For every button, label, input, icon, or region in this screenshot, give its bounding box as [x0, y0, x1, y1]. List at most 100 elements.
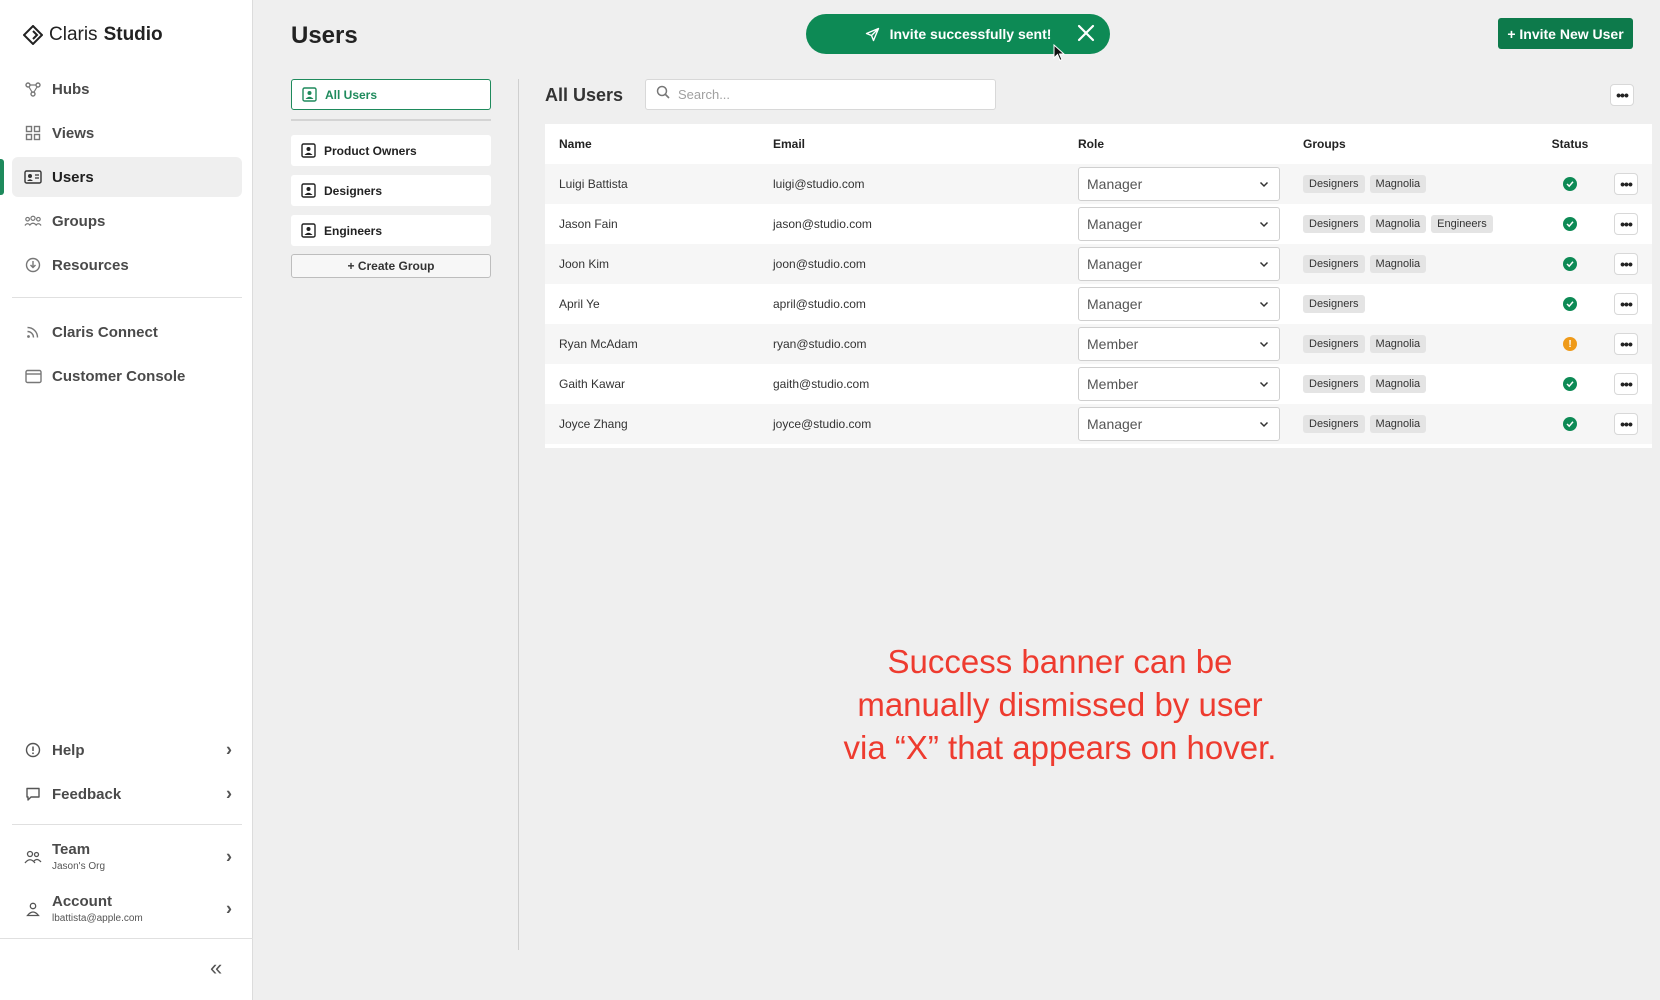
- role-select[interactable]: Manager: [1078, 287, 1280, 321]
- create-group-button[interactable]: + Create Group: [291, 254, 491, 278]
- team-label: Team: [52, 841, 91, 858]
- group-item-designers[interactable]: Designers: [291, 175, 491, 206]
- sidebar-item-users[interactable]: Users: [0, 157, 242, 197]
- sidebar-item-label: Groups: [52, 212, 106, 230]
- more-options-icon[interactable]: •••: [1614, 213, 1638, 235]
- more-options-icon[interactable]: •••: [1614, 253, 1638, 275]
- search-input[interactable]: [678, 87, 978, 102]
- status-cell: !: [1540, 337, 1600, 351]
- role-select[interactable]: Manager: [1078, 407, 1280, 441]
- groups-cell: Designers: [1303, 295, 1540, 313]
- group-item-engineers[interactable]: Engineers: [291, 215, 491, 246]
- sidebar-item-groups[interactable]: Groups: [12, 201, 242, 241]
- column-header-name[interactable]: Name: [545, 137, 773, 151]
- role-value: Member: [1087, 376, 1139, 392]
- sidebar-item-views[interactable]: Views: [12, 113, 242, 153]
- group-tag[interactable]: Designers: [1303, 415, 1365, 433]
- user-name: April Ye: [559, 297, 600, 311]
- group-tag[interactable]: Magnolia: [1369, 215, 1427, 233]
- column-header-role[interactable]: Role: [1078, 137, 1303, 151]
- group-tag[interactable]: Magnolia: [1369, 335, 1427, 353]
- table-header-row: Name Email Role Groups Status: [545, 124, 1652, 164]
- design-annotation: Success banner can be manually dismissed…: [790, 640, 1330, 769]
- group-tag[interactable]: Engineers: [1431, 215, 1493, 233]
- invite-new-user-button[interactable]: + Invite New User: [1498, 18, 1633, 49]
- column-header-status[interactable]: Status: [1540, 137, 1600, 151]
- group-tag[interactable]: Designers: [1303, 255, 1365, 273]
- group-tag[interactable]: Magnolia: [1369, 375, 1427, 393]
- group-tag[interactable]: Designers: [1303, 375, 1365, 393]
- role-value: Manager: [1087, 256, 1143, 272]
- chevron-down-icon: [1259, 217, 1269, 231]
- annotation-line: via “X” that appears on hover.: [843, 729, 1277, 766]
- sidebar-item-account[interactable]: Account lbattista@apple.com ›: [12, 885, 242, 933]
- page-title: Users: [291, 22, 358, 49]
- group-label: Designers: [324, 183, 383, 198]
- search-box[interactable]: [645, 79, 996, 110]
- groups-divider: [291, 119, 491, 121]
- table-row: Luigi Battista luigi@studio.com Manager …: [545, 164, 1652, 204]
- sidebar-item-customer-console[interactable]: Customer Console: [12, 356, 242, 396]
- role-cell: Manager: [1078, 407, 1303, 441]
- sidebar-item-feedback[interactable]: Feedback ›: [12, 774, 242, 814]
- groups-cell: Designers Magnolia: [1303, 375, 1540, 393]
- role-select[interactable]: Manager: [1078, 247, 1280, 281]
- chevron-down-icon: [1259, 177, 1269, 191]
- role-select[interactable]: Member: [1078, 367, 1280, 401]
- more-options-icon[interactable]: •••: [1610, 84, 1634, 106]
- users-table: Name Email Role Groups Status Luigi Batt…: [545, 124, 1652, 448]
- user-name: Jason Fain: [559, 217, 618, 231]
- user-card-icon: [301, 183, 316, 198]
- group-tag[interactable]: Designers: [1303, 175, 1365, 193]
- account-text: Account lbattista@apple.com: [52, 893, 143, 925]
- group-tag[interactable]: Magnolia: [1369, 175, 1427, 193]
- group-tag[interactable]: Magnolia: [1369, 415, 1427, 433]
- table-more-actions[interactable]: •••: [1610, 84, 1634, 106]
- chevron-right-icon: ›: [226, 898, 232, 919]
- panel-divider: [518, 79, 519, 950]
- close-icon[interactable]: [1076, 23, 1096, 43]
- sidebar-item-hubs[interactable]: Hubs: [12, 69, 242, 109]
- role-value: Member: [1087, 336, 1139, 352]
- more-options-icon[interactable]: •••: [1614, 293, 1638, 315]
- status-warning-icon: !: [1563, 337, 1577, 351]
- group-tag[interactable]: Designers: [1303, 215, 1365, 233]
- user-email: jason@studio.com: [773, 217, 872, 231]
- group-tag[interactable]: Magnolia: [1369, 255, 1427, 273]
- views-icon: [24, 124, 42, 142]
- group-item-product-owners[interactable]: Product Owners: [291, 135, 491, 166]
- column-header-groups[interactable]: Groups: [1303, 137, 1540, 151]
- user-card-icon: [302, 87, 317, 102]
- sidebar-item-help[interactable]: Help ›: [12, 730, 242, 770]
- chevron-right-icon: ›: [226, 783, 232, 804]
- group-tag[interactable]: Designers: [1303, 335, 1365, 353]
- group-label: Engineers: [324, 223, 383, 238]
- user-name: Luigi Battista: [559, 177, 628, 191]
- user-email: luigi@studio.com: [773, 177, 865, 191]
- sidebar-item-resources[interactable]: Resources: [12, 245, 242, 285]
- role-select[interactable]: Manager: [1078, 207, 1280, 241]
- role-select[interactable]: Manager: [1078, 167, 1280, 201]
- all-users-filter[interactable]: All Users: [291, 79, 491, 110]
- role-value: Manager: [1087, 416, 1143, 432]
- user-email: april@studio.com: [773, 297, 866, 311]
- row-more-actions: •••: [1600, 253, 1652, 275]
- user-name: Joon Kim: [559, 257, 610, 271]
- chevron-right-icon: ›: [226, 846, 232, 867]
- row-more-actions: •••: [1600, 213, 1652, 235]
- more-options-icon[interactable]: •••: [1614, 173, 1638, 195]
- table-row: April Ye april@studio.com Manager Design…: [545, 284, 1652, 324]
- more-options-icon[interactable]: •••: [1614, 413, 1638, 435]
- column-header-email[interactable]: Email: [773, 137, 1078, 151]
- sidebar-item-team[interactable]: Team Jason's Org ›: [12, 833, 242, 881]
- collapse-sidebar-icon[interactable]: «: [210, 955, 222, 981]
- role-select[interactable]: Member: [1078, 327, 1280, 361]
- sidebar-item-claris-connect[interactable]: Claris Connect: [12, 312, 242, 352]
- more-options-icon[interactable]: •••: [1614, 333, 1638, 355]
- group-tag[interactable]: Designers: [1303, 295, 1365, 313]
- more-options-icon[interactable]: •••: [1614, 373, 1638, 395]
- account-email: lbattista@apple.com: [52, 913, 143, 924]
- claris-studio-logo[interactable]: Claris Studio: [23, 24, 163, 46]
- groups-icon: [24, 212, 42, 230]
- brand-light: Claris: [49, 24, 98, 45]
